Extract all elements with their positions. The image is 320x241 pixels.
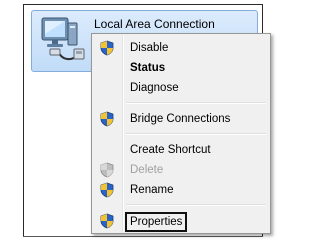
- menu-item-label: Create Shortcut: [130, 144, 211, 156]
- menu-item-rename[interactable]: Rename: [94, 180, 268, 200]
- menu-item-label: Disable: [130, 42, 169, 54]
- uac-shield-icon: [99, 111, 115, 127]
- menu-item-delete: Delete: [94, 160, 268, 180]
- menu-separator: [126, 133, 266, 135]
- menu-item-diagnose[interactable]: Diagnose: [94, 78, 268, 98]
- context-menu: Disable Status Diagnose Bridge Connectio…: [91, 33, 271, 234]
- uac-shield-icon: [99, 213, 115, 229]
- menu-item-status[interactable]: Status: [94, 58, 268, 78]
- menu-separator: [126, 204, 266, 206]
- screenshot-stage: Local Area Connection Disable Status Dia…: [0, 0, 280, 241]
- network-adapter-icon: [38, 15, 88, 67]
- connection-name: Local Area Connection: [94, 17, 215, 31]
- menu-item-label: Rename: [130, 184, 174, 196]
- pane-divider: [23, 236, 263, 237]
- uac-shield-icon-disabled: [99, 162, 115, 178]
- menu-item-label: Status: [130, 62, 166, 74]
- menu-item-create-shortcut[interactable]: Create Shortcut: [94, 140, 268, 160]
- menu-item-label: Diagnose: [130, 82, 179, 94]
- menu-item-disable[interactable]: Disable: [94, 38, 268, 58]
- uac-shield-icon: [99, 40, 115, 56]
- menu-item-label: Bridge Connections: [130, 113, 231, 125]
- menu-item-properties[interactable]: Properties: [94, 211, 268, 232]
- uac-shield-icon: [99, 182, 115, 198]
- menu-item-label: Delete: [130, 164, 164, 176]
- menu-separator: [126, 102, 266, 104]
- menu-item-label: Properties: [125, 212, 188, 232]
- menu-item-bridge-connections[interactable]: Bridge Connections: [94, 109, 268, 129]
